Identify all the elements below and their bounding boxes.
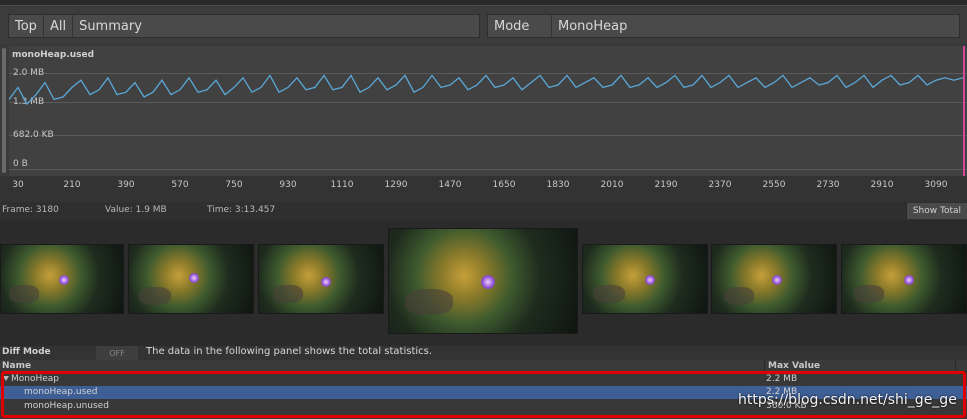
- terrain: [9, 285, 39, 303]
- x-tick-label: 2550: [762, 180, 786, 190]
- time-text: Time: 3:13.457: [207, 205, 276, 215]
- terrain: [854, 285, 884, 303]
- watermark: https://blog.csdn.net/shi_ge_ge: [738, 392, 957, 408]
- mode-label: Mode: [488, 15, 552, 37]
- terrain: [273, 285, 303, 303]
- screenshot-strip: [0, 220, 967, 346]
- frame-thumbnail[interactable]: [258, 244, 384, 314]
- spell-glow: [904, 275, 914, 285]
- frame-thumbnail[interactable]: [711, 244, 837, 314]
- terrain: [139, 287, 171, 305]
- spell-glow: [321, 277, 331, 287]
- column-header-max-value[interactable]: Max Value: [768, 361, 820, 371]
- row-name: monoHeap.used: [24, 387, 98, 397]
- x-tick-label: 930: [279, 180, 297, 190]
- scope-selector[interactable]: Top All Summary: [8, 14, 480, 38]
- table-row[interactable]: MonoHeap 2.2 MB: [0, 373, 967, 386]
- frame-text: Frame: 3180: [2, 205, 59, 215]
- terrain: [593, 285, 625, 303]
- x-tick-label: 390: [117, 180, 135, 190]
- diff-mode-row: Diff Mode OFF The data in the following …: [0, 346, 967, 360]
- frame-playhead[interactable]: [963, 46, 965, 176]
- x-tick-label: 1290: [384, 180, 408, 190]
- row-name: MonoHeap: [11, 374, 60, 384]
- column-header-name[interactable]: Name: [2, 361, 31, 371]
- chart-plot: [8, 74, 964, 106]
- row-value: 2.2 MB: [766, 374, 798, 384]
- terrain: [405, 289, 453, 315]
- top-button[interactable]: Top: [9, 15, 44, 37]
- x-tick-label: 570: [171, 180, 189, 190]
- spell-glow: [772, 275, 782, 285]
- x-tick-label: 750: [225, 180, 243, 190]
- frame-thumbnail[interactable]: [0, 244, 124, 314]
- value-text: Value: 1.9 MB: [105, 205, 167, 215]
- x-axis: 30 210 390 570 750 930 1110 1290 1470 1650 1830 201…: [0, 176, 967, 202]
- x-tick-label: 2190: [654, 180, 678, 190]
- diff-mode-message: The data in the following panel shows th…: [146, 346, 433, 357]
- column-divider[interactable]: [764, 360, 765, 372]
- toolbar: Top All Summary Mode MonoHeap: [0, 6, 967, 44]
- frame-thumbnail[interactable]: [582, 244, 708, 314]
- diff-mode-label: Diff Mode: [2, 347, 51, 357]
- row-name: monoHeap.unused: [24, 401, 109, 411]
- frame-thumbnail[interactable]: [128, 244, 254, 314]
- x-tick-label: 2730: [816, 180, 840, 190]
- x-tick-label: 1470: [438, 180, 462, 190]
- frame-thumbnail[interactable]: [841, 244, 967, 314]
- x-tick-label: 2010: [600, 180, 624, 190]
- terrain: [724, 287, 754, 305]
- table-header: Name Max Value: [0, 360, 967, 372]
- diff-mode-toggle[interactable]: OFF: [96, 346, 138, 360]
- frame-thumbnail-selected[interactable]: [388, 228, 578, 334]
- x-tick-label: 1110: [330, 180, 354, 190]
- column-divider[interactable]: [955, 360, 956, 372]
- x-tick-label: 2910: [870, 180, 894, 190]
- x-tick-label: 1650: [492, 180, 516, 190]
- frame-info-bar: Frame: 3180 Value: 1.9 MB Time: 3:13.457…: [0, 202, 967, 220]
- spell-glow: [59, 275, 69, 285]
- series-line: [8, 74, 964, 106]
- spell-glow: [189, 273, 199, 283]
- x-tick-label: 2370: [708, 180, 732, 190]
- memory-chart[interactable]: monoHeap.used 2.0 MB 1.3 MB 682.0 KB 0 B: [0, 46, 967, 176]
- summary-label: Summary: [79, 18, 142, 34]
- expand-arrow-icon[interactable]: [3, 376, 9, 381]
- x-tick-label: 3090: [924, 180, 948, 190]
- x-tick-label: 210: [63, 180, 81, 190]
- x-tick-label: 30: [12, 180, 24, 190]
- show-total-button[interactable]: Show Total: [905, 203, 967, 219]
- x-tick-label: 1830: [546, 180, 570, 190]
- mode-selector[interactable]: Mode MonoHeap: [487, 14, 960, 38]
- profiler-window: Top All Summary Mode MonoHeap monoHeap.u…: [0, 0, 967, 419]
- all-button[interactable]: All: [44, 15, 74, 37]
- spell-glow: [645, 275, 655, 285]
- spell-glow: [481, 275, 495, 289]
- mode-value[interactable]: MonoHeap: [552, 15, 633, 37]
